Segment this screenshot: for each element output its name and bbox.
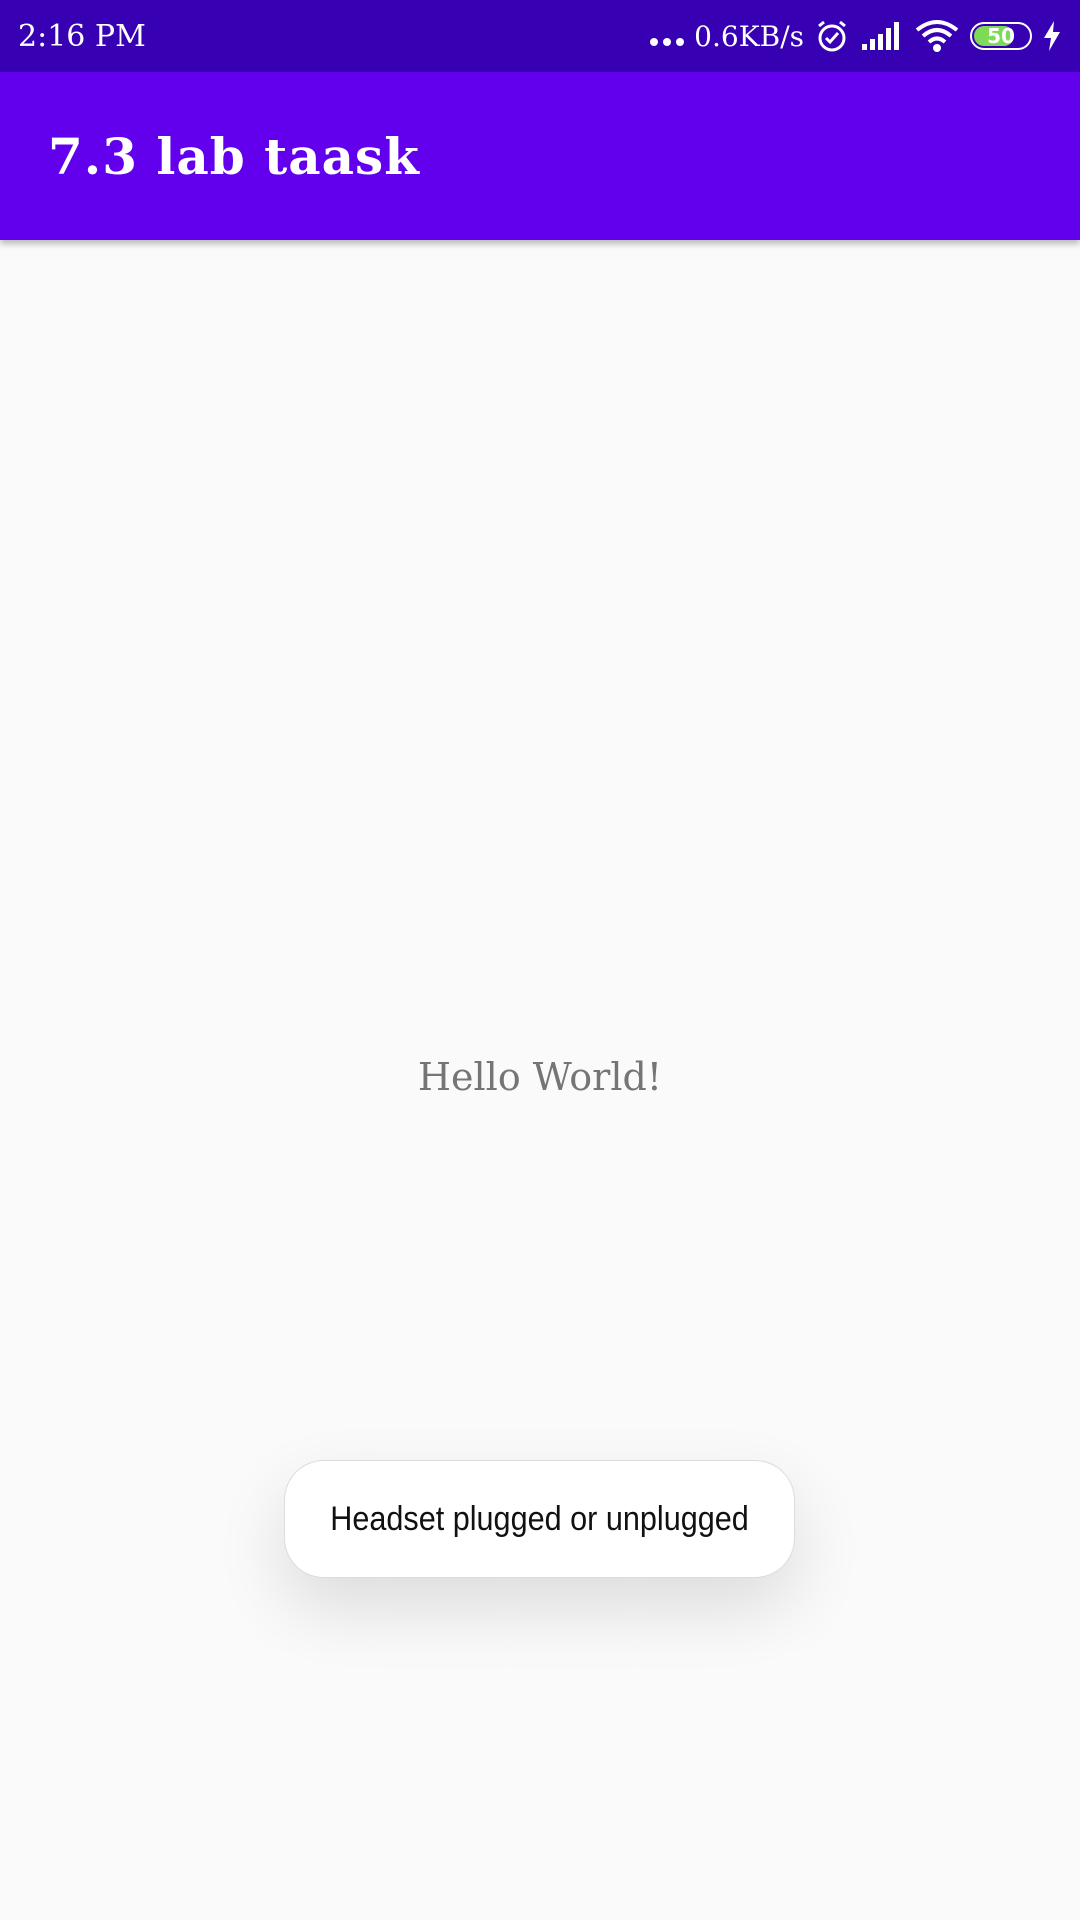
toast: Headset plugged or unplugged — [284, 1460, 795, 1578]
battery-icon: 50 — [970, 22, 1032, 50]
toast-message: Headset plugged or unplugged — [330, 1499, 749, 1538]
network-speed: 0.6KB/s — [694, 19, 804, 53]
screen: 2:16 PM 0.6KB/s 50 7.3 lab taask Hello W… — [0, 0, 1080, 1920]
battery-level: 50 — [987, 24, 1015, 48]
app-title: 7.3 lab taask — [48, 126, 420, 186]
app-bar: 7.3 lab taask — [0, 72, 1080, 240]
wifi-icon — [914, 18, 960, 54]
more-dots-icon — [650, 38, 685, 46]
status-time: 2:16 PM — [18, 18, 146, 54]
alarm-icon — [814, 18, 850, 54]
status-icons: 0.6KB/s 50 — [650, 0, 1062, 72]
charging-icon — [1042, 20, 1062, 52]
status-bar: 2:16 PM 0.6KB/s 50 — [0, 0, 1080, 72]
signal-icon — [860, 20, 904, 52]
hello-world-text: Hello World! — [417, 1055, 663, 1099]
